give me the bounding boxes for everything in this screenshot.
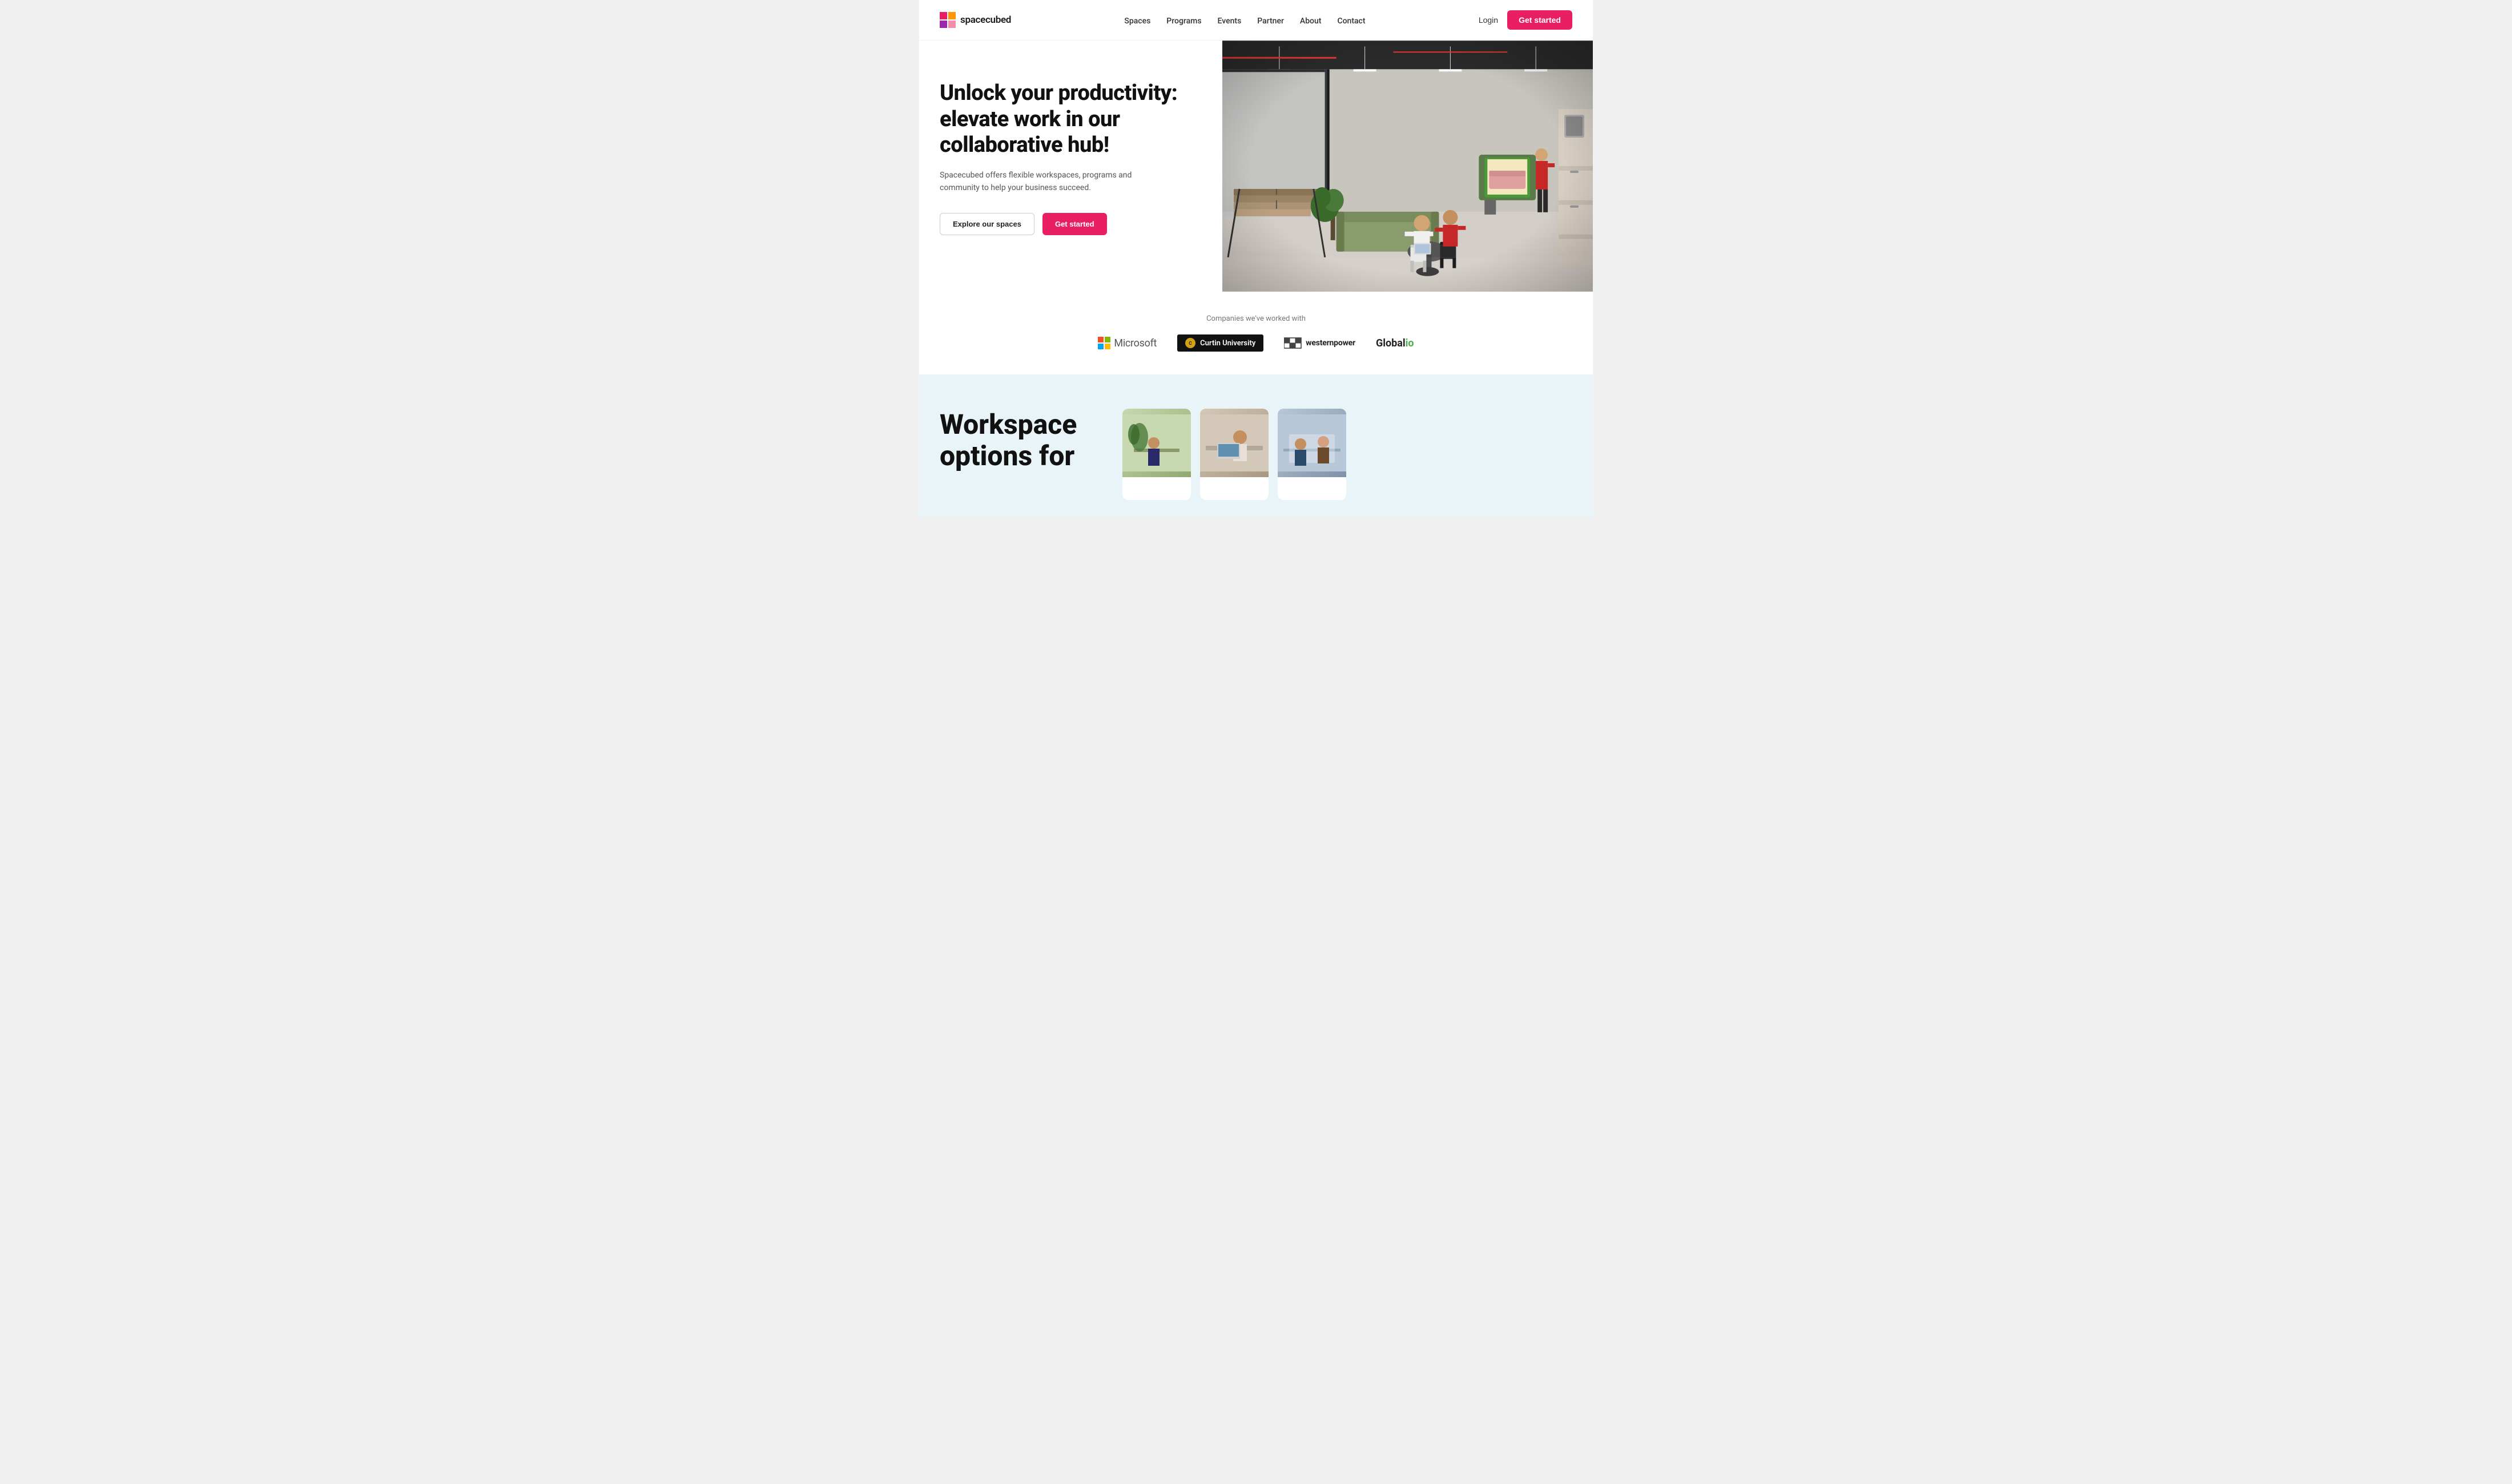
workspace-card-image-2 xyxy=(1200,409,1269,477)
globalio-logo: Globalio xyxy=(1376,337,1414,349)
hero-content: Unlock your productivity: elevate work i… xyxy=(919,41,1222,269)
partners-logos: Microsoft C Curtin University xyxy=(940,334,1572,352)
workspace-cards xyxy=(1122,409,1346,500)
curtin-logo: C Curtin University xyxy=(1177,334,1263,352)
workspace-title: Workspace options for xyxy=(940,409,1100,471)
nav-item-partner[interactable]: Partner xyxy=(1257,17,1284,26)
nav-item-programs[interactable]: Programs xyxy=(1166,17,1201,26)
workspace-card-image-1 xyxy=(1122,409,1191,477)
office-scene-svg xyxy=(1222,41,1593,292)
workspace-section: Workspace options for xyxy=(919,374,1593,517)
partners-section: Companies we've worked with Microsoft xyxy=(919,292,1593,374)
westernpower-icon xyxy=(1284,337,1302,349)
workspace-card-2 xyxy=(1200,409,1269,500)
login-button[interactable]: Login xyxy=(1479,15,1498,25)
nav-item-events[interactable]: Events xyxy=(1218,17,1242,26)
hero-section: Unlock your productivity: elevate work i… xyxy=(919,41,1593,292)
logo[interactable]: spacecubed xyxy=(940,12,1011,28)
explore-spaces-button[interactable]: Explore our spaces xyxy=(940,213,1034,235)
hero-subtitle: Spacecubed offers flexible workspaces, p… xyxy=(940,169,1134,195)
nav-item-contact[interactable]: Contact xyxy=(1337,17,1365,26)
hero-image xyxy=(1222,41,1593,292)
westernpower-text: westernpower xyxy=(1306,338,1355,348)
curtin-icon: C xyxy=(1185,338,1195,348)
logo-text: spacecubed xyxy=(960,14,1011,26)
get-started-hero-button[interactable]: Get started xyxy=(1042,213,1107,235)
get-started-nav-button[interactable]: Get started xyxy=(1507,10,1572,30)
microsoft-icon xyxy=(1098,337,1110,349)
hero-buttons: Explore our spaces Get started xyxy=(940,213,1202,235)
nav-item-spaces[interactable]: Spaces xyxy=(1124,17,1150,26)
navbar: spacecubed Spaces Programs Events Partne… xyxy=(919,0,1593,41)
nav-actions: Login Get started xyxy=(1479,10,1572,30)
curtin-badge: C Curtin University xyxy=(1177,334,1263,352)
partners-label: Companies we've worked with xyxy=(940,314,1572,323)
nav-links: Spaces Programs Events Partner About Con… xyxy=(1124,15,1365,26)
workspace-card-image-3 xyxy=(1278,409,1346,477)
westernpower-logo: westernpower xyxy=(1284,337,1355,349)
globalio-text: Globalio xyxy=(1376,337,1414,349)
logo-icon xyxy=(940,12,956,28)
svg-text:C: C xyxy=(1189,341,1192,346)
curtin-text: Curtin University xyxy=(1200,339,1255,348)
workspace-card-3 xyxy=(1278,409,1346,500)
nav-item-about[interactable]: About xyxy=(1300,17,1322,26)
microsoft-logo: Microsoft xyxy=(1098,337,1157,349)
workspace-card-1 xyxy=(1122,409,1191,500)
microsoft-text: Microsoft xyxy=(1114,337,1157,349)
hero-title: Unlock your productivity: elevate work i… xyxy=(940,80,1202,159)
